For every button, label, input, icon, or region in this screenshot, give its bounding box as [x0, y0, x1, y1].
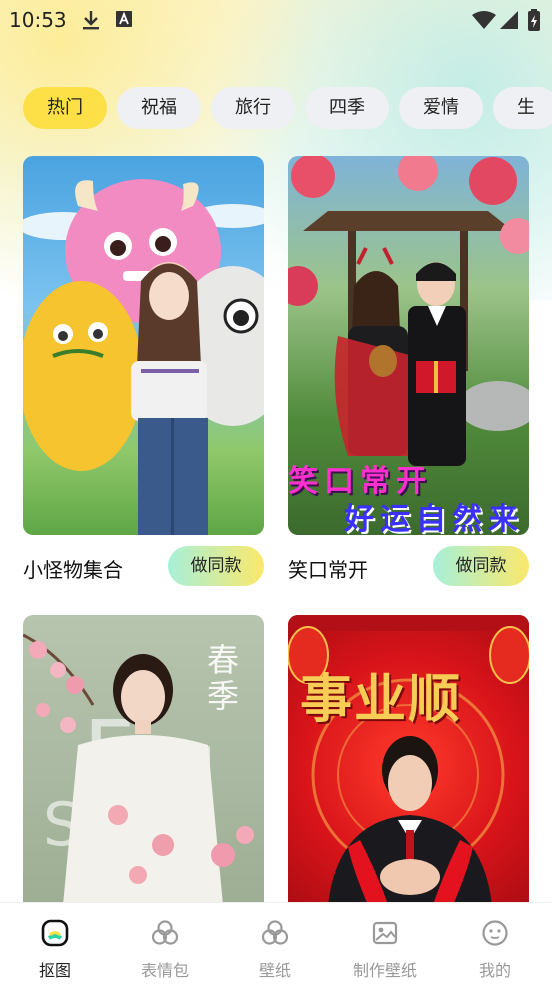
tab-travel[interactable]: 旅行 [211, 87, 295, 129]
image-icon [371, 919, 399, 951]
nav-stickers[interactable]: 表情包 [110, 903, 220, 989]
nav-cutout[interactable]: 抠图 [0, 903, 110, 989]
battery-icon [528, 9, 540, 35]
nav-label: 我的 [478, 961, 511, 980]
template-title: 小怪物集合 [23, 558, 123, 582]
overlay-career: 事业顺 [300, 670, 463, 730]
cutout-icon [41, 919, 69, 951]
template-thumbnail-career[interactable]: 事业顺 [288, 615, 529, 905]
profile-icon [481, 919, 509, 951]
tab-blessing[interactable]: 祝福 [117, 87, 201, 129]
tab-more[interactable]: 生 [493, 87, 552, 129]
signal-icon [500, 11, 518, 33]
monster-illustration [23, 179, 264, 535]
nav-label: 壁纸 [258, 961, 291, 980]
make-same-button[interactable]: 做同款 [433, 546, 529, 586]
template-thumbnail-couple[interactable]: 笑口常开 好运自然来 [288, 156, 529, 535]
template-thumbnail-monsters[interactable] [23, 156, 264, 535]
make-same-button[interactable]: 做同款 [168, 546, 264, 586]
sticker-icon [151, 919, 179, 951]
nav-wallpaper[interactable]: 壁纸 [220, 903, 330, 989]
download-icon [82, 10, 100, 34]
tab-hot[interactable]: 热门 [23, 87, 107, 129]
category-tabs: 热门 祝福 旅行 四季 爱情 生 [23, 87, 552, 129]
bottom-navigation: 抠图 表情包 壁纸 制作壁纸 我的 [0, 902, 552, 989]
overlay-spring: 春季 [202, 643, 240, 715]
tab-love[interactable]: 爱情 [399, 87, 483, 129]
nav-label: 表情包 [140, 961, 189, 980]
wallpaper-icon [261, 919, 289, 951]
wifi-icon [472, 11, 496, 33]
overlay-line-2: 好运自然来 [344, 502, 524, 535]
app-notification-icon [116, 10, 132, 32]
status-bar: 10:53 [0, 0, 552, 40]
nav-make-wallpaper[interactable]: 制作壁纸 [330, 903, 440, 989]
nav-label: 制作壁纸 [352, 961, 417, 980]
tab-seasons[interactable]: 四季 [305, 87, 389, 129]
status-time: 10:53 [9, 8, 67, 32]
nav-profile[interactable]: 我的 [440, 903, 550, 989]
nav-label: 抠图 [38, 961, 71, 980]
template-thumbnail-spring[interactable]: F N S 春季 [23, 615, 264, 905]
template-title: 笑口常开 [288, 558, 368, 582]
